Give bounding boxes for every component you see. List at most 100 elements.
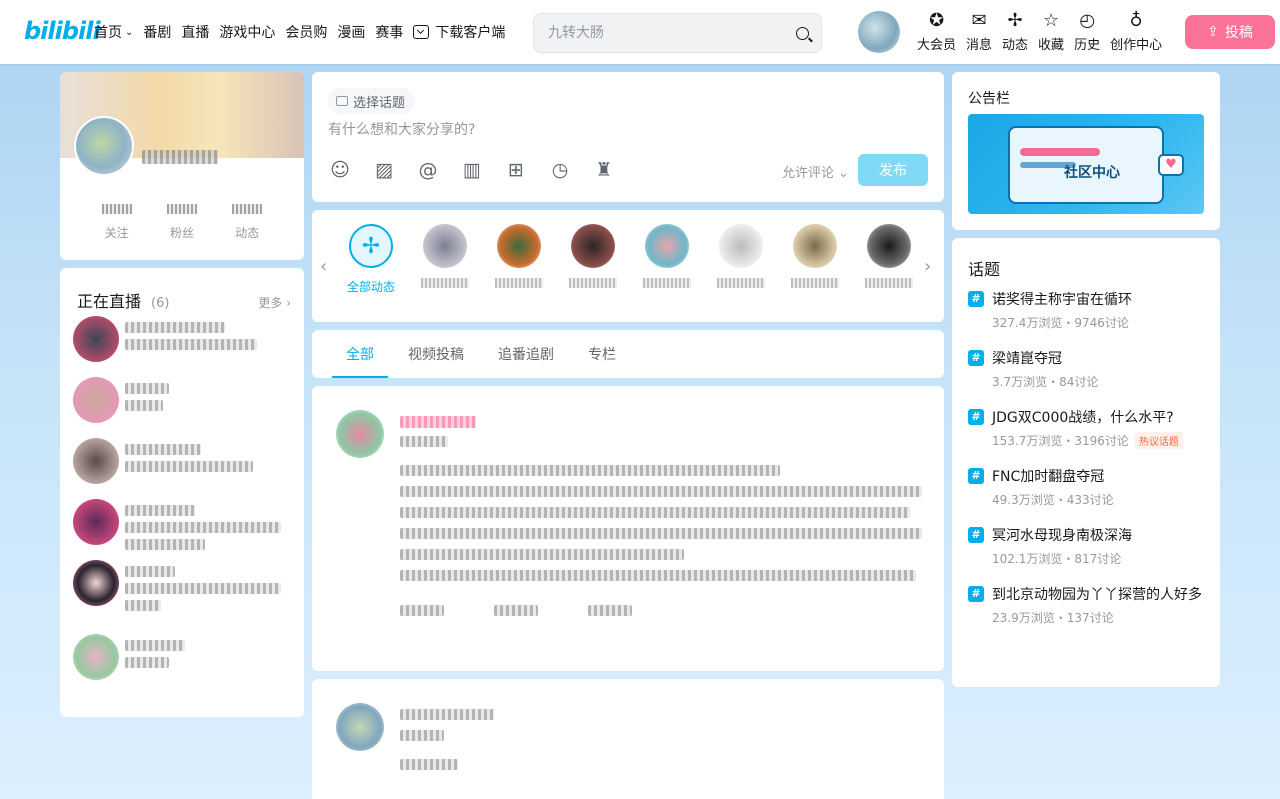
nav-dynamic[interactable]: ✢ 动态 — [997, 8, 1033, 53]
hashtag-icon: # — [968, 409, 984, 425]
dynamic-icon: ✢ — [349, 224, 393, 268]
reserve-icon[interactable]: ♜ — [592, 158, 616, 182]
vote-icon[interactable]: ▥ — [460, 158, 484, 182]
upload-icon: ⇪ — [1207, 24, 1219, 40]
live-list — [73, 316, 293, 695]
hashtag-icon: # — [968, 350, 984, 366]
hashtag-icon: # — [968, 468, 984, 484]
top-header: bilibili 首页 ⌄ 番剧 直播 游戏中心 会员购 漫画 赛事 下载客户端 … — [0, 0, 1280, 64]
image-icon[interactable]: ▨ — [372, 158, 396, 182]
timer-icon[interactable]: ◷ — [548, 158, 572, 182]
up-item[interactable] — [717, 224, 765, 295]
nav-manga[interactable]: 漫画 — [337, 22, 365, 42]
vip-icon: ✪ — [928, 10, 945, 31]
search-input[interactable] — [548, 25, 796, 41]
avatar — [645, 224, 689, 268]
tab-bangumi[interactable]: 追番追剧 — [484, 330, 568, 378]
banner-text: 社区中心 — [1064, 165, 1120, 181]
post-author[interactable] — [400, 416, 476, 428]
stat-dynamics[interactable]: 动态 — [232, 204, 263, 241]
avatar — [571, 224, 615, 268]
publish-button[interactable]: 发布 — [858, 154, 928, 186]
up-item[interactable] — [495, 224, 543, 295]
list-item[interactable] — [73, 377, 293, 438]
compose-toolbar: ☺ ▨ @ ▥ ⊞ ◷ ♜ — [328, 158, 616, 182]
nav-home[interactable]: 首页 ⌄ — [94, 22, 133, 42]
comment-button[interactable] — [494, 605, 538, 616]
message-icon: ✉ — [971, 10, 987, 31]
hashtag-icon: # — [968, 586, 984, 602]
feed-tabs: 全部 视频投稿 追番追剧 专栏 — [312, 330, 944, 378]
mention-icon[interactable]: @ — [416, 158, 440, 182]
nav-match[interactable]: 赛事 — [375, 22, 403, 42]
nav-favorite[interactable]: ☆ 收藏 — [1033, 8, 1069, 53]
live-header: 正在直播 (6) 更多 › — [77, 288, 291, 312]
allow-comment-dropdown[interactable]: 允许评论 ⌄ — [782, 162, 849, 181]
list-item[interactable] — [73, 438, 293, 499]
stat-following[interactable]: 关注 — [101, 204, 132, 241]
nav-download-client[interactable]: 下载客户端 — [413, 22, 505, 42]
nav-vip[interactable]: ✪ 大会员 — [912, 8, 961, 53]
up-item[interactable] — [791, 224, 839, 295]
gift-icon[interactable]: ⊞ — [504, 158, 528, 182]
nav-live[interactable]: 直播 — [181, 22, 209, 42]
profile-stats: 关注 粉丝 动态 — [60, 204, 304, 241]
user-avatar[interactable] — [858, 11, 900, 53]
avatar — [867, 224, 911, 268]
topic-item[interactable]: # 梁靖崑夺冠 3.7万浏览・84讨论 — [968, 349, 1204, 390]
list-item[interactable] — [73, 560, 293, 634]
chevron-right-icon[interactable]: › — [924, 256, 931, 277]
up-item[interactable] — [865, 224, 913, 295]
topics-title: 话题 — [968, 260, 1001, 279]
up-item[interactable] — [421, 224, 469, 295]
emoji-icon[interactable]: ☺ — [328, 158, 352, 182]
bilibili-logo[interactable]: bilibili — [24, 17, 101, 45]
post-author[interactable] — [400, 709, 494, 720]
topic-item[interactable]: # FNC加时翻盘夺冠 49.3万浏览・433讨论 — [968, 467, 1204, 508]
hashtag-icon: # — [968, 291, 984, 307]
list-item[interactable] — [73, 634, 293, 695]
tab-video[interactable]: 视频投稿 — [394, 330, 478, 378]
nav-message[interactable]: ✉ 消息 — [961, 8, 997, 53]
avatar — [719, 224, 763, 268]
upload-button[interactable]: ⇪ 投稿 — [1185, 15, 1275, 49]
search-icon[interactable] — [796, 26, 809, 40]
tab-article[interactable]: 专栏 — [574, 330, 630, 378]
profile-name[interactable] — [142, 150, 218, 164]
select-topic-button[interactable]: 选择话题 — [328, 88, 416, 114]
live-more-link[interactable]: 更多 › — [258, 294, 291, 311]
live-card: 正在直播 (6) 更多 › — [60, 268, 304, 717]
community-center-banner[interactable]: 社区中心 ♥ — [968, 114, 1204, 214]
nav-history[interactable]: ◴ 历史 — [1069, 8, 1105, 53]
list-item[interactable] — [73, 499, 293, 560]
share-button[interactable] — [400, 605, 444, 616]
heart-icon: ♥ — [1158, 154, 1184, 176]
nav-game-center[interactable]: 游戏中心 — [219, 22, 275, 42]
topics-list: # 诺奖得主称宇宙在循环 327.4万浏览・9746讨论 # 梁靖崑夺冠 3.7万浏览・… — [968, 290, 1204, 644]
topic-item[interactable]: # JDG双C000战绩，什么水平? 153.7万浏览・3196讨论 热议话题 — [968, 408, 1204, 449]
compose-input[interactable] — [328, 122, 928, 138]
like-button[interactable] — [588, 605, 632, 616]
avatar[interactable] — [336, 703, 384, 751]
nav-bangumi[interactable]: 番剧 — [143, 22, 171, 42]
up-item[interactable] — [643, 224, 691, 295]
avatar — [73, 634, 119, 680]
nav-mall[interactable]: 会员购 — [285, 22, 327, 42]
dynamic-icon: ✢ — [1007, 10, 1023, 31]
topic-item[interactable]: # 到北京动物园为丫丫探营的人好多 23.9万浏览・137讨论 — [968, 585, 1204, 626]
topic-item[interactable]: # 冥河水母现身南极深海 102.1万浏览・817讨论 — [968, 526, 1204, 567]
up-item[interactable] — [569, 224, 617, 295]
chevron-left-icon[interactable]: ‹ — [320, 256, 327, 277]
up-all-dynamics[interactable]: ✢ 全部动态 — [347, 224, 395, 295]
topic-icon — [336, 96, 348, 106]
avatar[interactable] — [336, 410, 384, 458]
nav-creator-center[interactable]: ♁ 创作中心 — [1105, 8, 1167, 53]
list-item[interactable] — [73, 316, 293, 377]
topics-card: 话题 # 诺奖得主称宇宙在循环 327.4万浏览・9746讨论 # 梁靖崑夺冠 3.7万… — [952, 238, 1220, 687]
tab-all[interactable]: 全部 — [332, 330, 388, 378]
profile-avatar[interactable] — [74, 116, 134, 176]
stat-followers[interactable]: 粉丝 — [166, 204, 197, 241]
main-nav: 首页 ⌄ 番剧 直播 游戏中心 会员购 漫画 赛事 下载客户端 — [94, 0, 505, 64]
topic-item[interactable]: # 诺奖得主称宇宙在循环 327.4万浏览・9746讨论 — [968, 290, 1204, 331]
avatar — [793, 224, 837, 268]
